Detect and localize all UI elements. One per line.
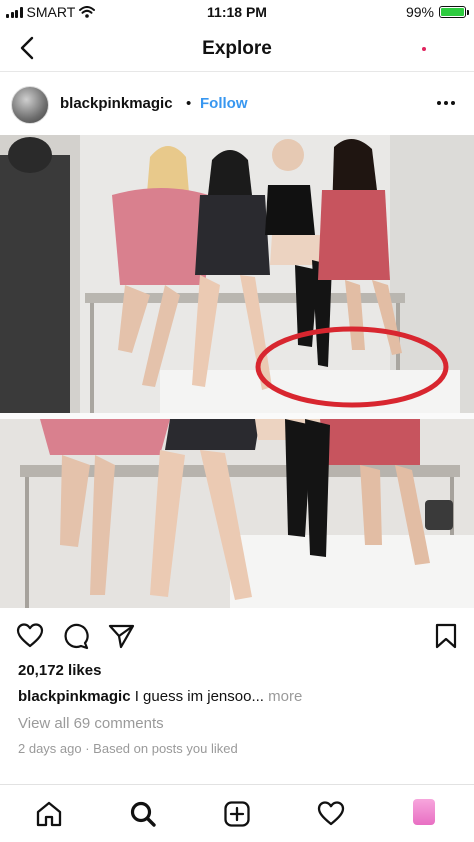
follow-button[interactable]: Follow: [200, 95, 248, 112]
status-bar: SMART 11:18 PM 99%: [0, 0, 474, 24]
post-username[interactable]: blackpinkmagic: [60, 95, 173, 112]
post-meta: 2 days ago · Based on posts you liked: [18, 741, 238, 756]
home-icon[interactable]: [34, 799, 64, 829]
profile-avatar[interactable]: [413, 799, 435, 825]
recommendation-source: Based on posts you liked: [93, 741, 238, 756]
avatar[interactable]: [11, 86, 49, 124]
likes-count[interactable]: 20,172 likes: [18, 662, 101, 679]
status-right: 99%: [405, 4, 469, 20]
view-comments-link[interactable]: View all 69 comments: [18, 715, 164, 732]
nav-header: Explore: [0, 26, 474, 72]
activity-heart-icon[interactable]: [316, 799, 346, 829]
caption: blackpinkmagic I guess im jensoo... more: [18, 688, 302, 705]
username-separator: •: [186, 95, 192, 112]
notification-dot: [422, 47, 426, 51]
comment-icon[interactable]: [61, 622, 89, 650]
ellipsis-horizontal-icon[interactable]: [434, 93, 458, 113]
post-photo[interactable]: [0, 135, 474, 608]
post-image: [0, 135, 474, 608]
caption-text: I guess im jensoo...: [130, 688, 264, 705]
post-header: blackpinkmagic • Follow: [0, 80, 474, 128]
heart-icon[interactable]: [16, 622, 44, 650]
caption-more-link[interactable]: more: [264, 688, 302, 705]
status-time: 11:18 PM: [207, 4, 267, 20]
battery-percent: 99%: [405, 4, 434, 20]
post-time: 2 days ago: [18, 741, 82, 756]
battery-level: [441, 8, 464, 16]
battery-icon: [439, 6, 469, 18]
bookmark-icon[interactable]: [432, 622, 460, 650]
search-icon[interactable]: [128, 799, 158, 829]
meta-separator: ·: [81, 741, 94, 756]
share-icon[interactable]: [107, 622, 135, 650]
new-post-icon[interactable]: [222, 799, 252, 829]
caption-username[interactable]: blackpinkmagic: [18, 688, 131, 705]
post-actions: [0, 618, 474, 654]
tab-bar: [0, 784, 474, 842]
page-title: Explore: [202, 38, 272, 59]
